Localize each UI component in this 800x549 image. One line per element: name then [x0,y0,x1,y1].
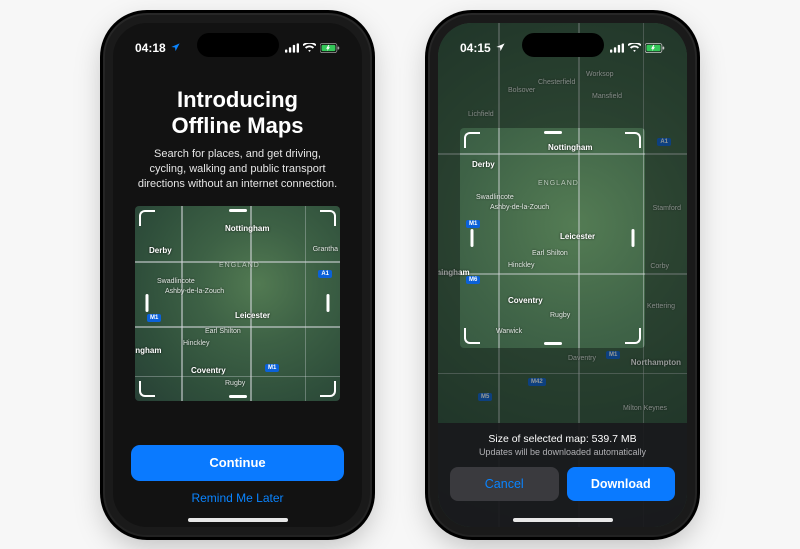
crop-handle-icon[interactable] [471,229,474,247]
map-city-label: Chesterfield [538,79,575,86]
motorway-badge: M1 [265,364,279,372]
update-info-label: Updates will be downloaded automatically [450,447,675,457]
dynamic-island [197,33,279,57]
crop-corner-icon[interactable] [625,132,641,148]
map-region-label: ENGLAND [219,262,260,269]
map-city-label: Leicester [235,311,270,320]
map-city-label: Coventry [508,296,543,305]
crop-handle-icon[interactable] [327,294,330,312]
status-time: 04:18 [135,41,166,55]
map-city-label: Swadlincote [476,194,514,201]
crop-handle-icon[interactable] [632,229,635,247]
map-city-label: Northampton [631,358,681,367]
map-city-label: Ashby-de-la-Zouch [165,288,224,295]
crop-corner-icon[interactable] [464,132,480,148]
cancel-button[interactable]: Cancel [450,467,559,501]
signal-icon [610,43,624,53]
motorway-badge: M42 [528,378,546,386]
map-city-label: ingham [135,346,161,355]
map-city-label: Milton Keynes [623,405,667,412]
map-city-label: Hinckley [508,262,534,269]
signal-icon [285,43,299,53]
home-indicator[interactable] [513,518,613,522]
continue-button[interactable]: Continue [131,445,344,481]
battery-icon [320,43,340,53]
wifi-icon [303,43,316,53]
crop-corner-icon[interactable] [320,381,336,397]
phone-right: Chesterfield Mansfield Worksop Bolsover … [430,15,695,535]
map-city-label: Worksop [586,71,614,78]
crop-handle-icon[interactable] [146,294,149,312]
map-city-label: Bolsover [508,87,535,94]
map-city-label: Warwick [496,328,522,335]
motorway-badge: M1 [606,351,620,359]
map-city-label: Earl Shilton [205,328,241,335]
screen: Chesterfield Mansfield Worksop Bolsover … [438,23,687,527]
page-title: IntroducingOffline Maps [135,87,340,140]
crop-corner-icon[interactable] [139,381,155,397]
motorway-badge: M5 [478,393,492,401]
crop-handle-icon[interactable] [544,342,562,345]
map-city-label: Daventry [568,355,596,362]
location-icon [170,42,181,53]
screen: 04:18 IntroducingOffline Ma [113,23,362,527]
location-icon [495,42,506,53]
motorway-badge: A1 [318,270,332,278]
download-button[interactable]: Download [567,467,676,501]
map-city-label: Earl Shilton [532,250,568,257]
map-preview[interactable]: Nottingham Derby ENGLAND Swadlincote Ash… [135,206,340,401]
crop-handle-icon[interactable] [229,395,247,398]
crop-corner-icon[interactable] [320,210,336,226]
status-time: 04:15 [460,41,491,55]
selection-box[interactable]: Nottingham Derby ENGLAND Swadlincote Ash… [460,128,645,348]
phone-left: 04:18 IntroducingOffline Ma [105,15,370,535]
remind-later-button[interactable]: Remind Me Later [191,491,283,505]
map-region-label: ENGLAND [538,180,579,187]
motorway-badge: M6 [466,276,480,284]
crop-handle-icon[interactable] [229,209,247,212]
motorway-badge: A1 [657,138,671,146]
map-city-label: Lichfield [468,111,494,118]
map-city-label: Rugby [225,380,245,387]
map-city-label: Grantha [313,246,338,253]
map-surface: Nottingham Derby ENGLAND Swadlincote Ash… [135,206,340,401]
intro-description: Search for places, and get driving, cycl… [135,147,340,192]
map-city-label: Ashby-de-la-Zouch [490,204,549,211]
map-city-label: Swadlincote [157,278,195,285]
crop-corner-icon[interactable] [139,210,155,226]
map-city-label: Kettering [647,303,675,310]
map-city-label: Derby [472,160,495,169]
map-city-label: Nottingham [225,224,269,233]
map-city-label: Leicester [560,232,595,241]
crop-corner-icon[interactable] [464,328,480,344]
map-city-label: Coventry [191,366,226,375]
dynamic-island [522,33,604,57]
map-city-label: Derby [149,246,172,255]
map-city-label: Rugby [550,312,570,319]
map-size-label: Size of selected map: 539.7 MB [450,433,675,445]
crop-handle-icon[interactable] [544,131,562,134]
map-city-label: Stamford [653,205,681,212]
map-city-label: Hinckley [183,340,209,347]
map-city-label: Nottingham [548,143,592,152]
map-city-label: Mansfield [592,93,622,100]
battery-icon [645,43,665,53]
download-footer: Size of selected map: 539.7 MB Updates w… [438,423,687,527]
motorway-badge: M1 [466,220,480,228]
wifi-icon [628,43,641,53]
home-indicator[interactable] [188,518,288,522]
map-city-label: Corby [650,263,669,270]
crop-corner-icon[interactable] [625,328,641,344]
motorway-badge: M1 [147,314,161,322]
